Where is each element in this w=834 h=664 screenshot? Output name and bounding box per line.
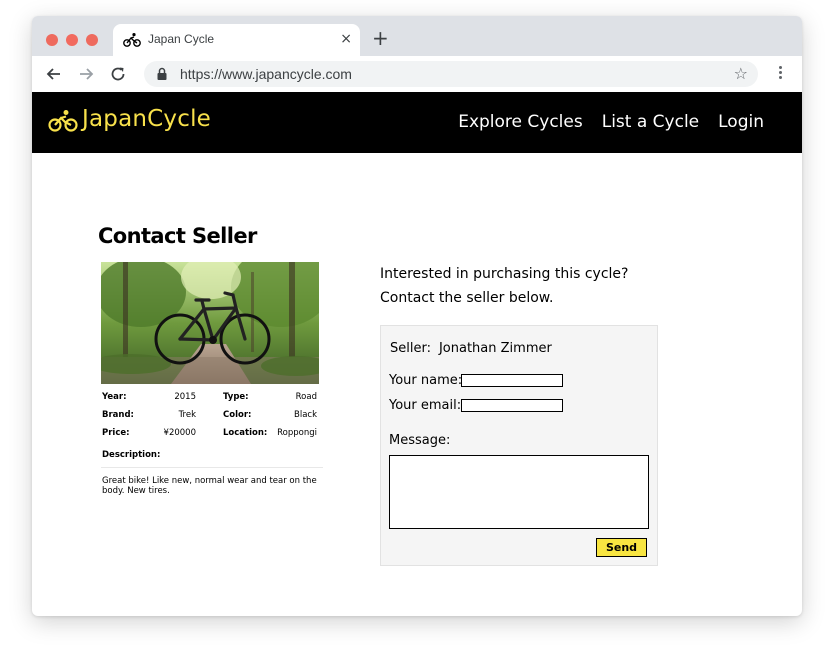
logo-text: JapanCycle [82,106,212,132]
nav-explore-cycles[interactable]: Explore Cycles [458,112,583,132]
tab-close-icon[interactable]: × [340,30,352,48]
spec-label: Color: [223,410,252,420]
back-arrow-icon[interactable] [45,65,63,83]
listing-specs: Year: 2015 Type: Road Brand: Trek Color:… [101,390,323,496]
contact-intro: Interested in purchasing this cycle? Con… [380,262,628,310]
close-window-button[interactable] [46,34,58,46]
spec-label: Type: [223,392,249,402]
bicycle-photo [101,262,319,384]
browser-window: Japan Cycle × + https://www.japancycle.c… [32,16,802,616]
tab-title: Japan Cycle [148,32,215,46]
seller-line: Seller: Jonathan Zimmer [390,341,552,356]
bicycle-logo-icon [48,110,78,132]
browser-menu-icon[interactable] [772,64,788,84]
spec-value: Trek [178,410,196,420]
spec-label: Year: [102,392,127,402]
spec-row: Brand: Trek Color: Black [101,408,321,426]
send-button[interactable]: Send [596,538,647,557]
message-textarea[interactable] [389,455,649,529]
email-input[interactable] [461,399,563,412]
forward-arrow-icon[interactable] [77,65,95,83]
address-bar[interactable]: https://www.japancycle.com ☆ [144,61,758,87]
spec-label: Price: [102,428,130,438]
lock-icon [157,67,167,80]
contact-form: Seller: Jonathan Zimmer Your name: Your e… [380,325,658,566]
site-header: JapanCycle Explore Cycles List a Cycle L… [32,92,802,153]
spec-label: Brand: [102,410,134,420]
new-tab-button[interactable]: + [372,27,389,49]
browser-tab[interactable]: Japan Cycle × [113,24,360,56]
url-text: https://www.japancycle.com [180,66,352,82]
spec-value: 2015 [174,392,196,402]
bookmark-star-icon[interactable]: ☆ [734,64,748,84]
main-nav: Explore Cycles List a Cycle Login [458,112,764,132]
seller-label: Seller: [390,341,431,356]
reload-icon[interactable] [109,65,127,83]
description-divider [101,467,323,468]
name-label: Your name: [389,373,463,388]
email-label: Your email: [389,398,462,413]
spec-label: Location: [223,428,268,438]
minimize-window-button[interactable] [66,34,78,46]
name-input[interactable] [461,374,563,387]
spec-value: Black [294,410,317,420]
spec-value: Road [295,392,317,402]
maximize-window-button[interactable] [86,34,98,46]
intro-line: Contact the seller below. [380,290,554,306]
intro-line: Interested in purchasing this cycle? [380,266,629,282]
page-title: Contact Seller [98,224,257,248]
browser-toolbar: https://www.japancycle.com ☆ [32,56,802,92]
spec-value: ¥20000 [163,428,196,438]
nav-login[interactable]: Login [718,112,764,132]
description-label: Description: [102,450,161,460]
spec-row: Price: ¥20000 Location: Roppongi [101,426,321,444]
description-text: Great bike! Like new, normal wear and te… [102,476,317,496]
seller-name: Jonathan Zimmer [438,341,552,356]
tab-strip: Japan Cycle × + [32,16,802,56]
bicycle-icon [123,33,141,47]
message-label: Message: [389,433,451,448]
spec-value: Roppongi [277,428,317,438]
spec-row: Year: 2015 Type: Road [101,390,321,408]
nav-list-a-cycle[interactable]: List a Cycle [602,112,699,132]
